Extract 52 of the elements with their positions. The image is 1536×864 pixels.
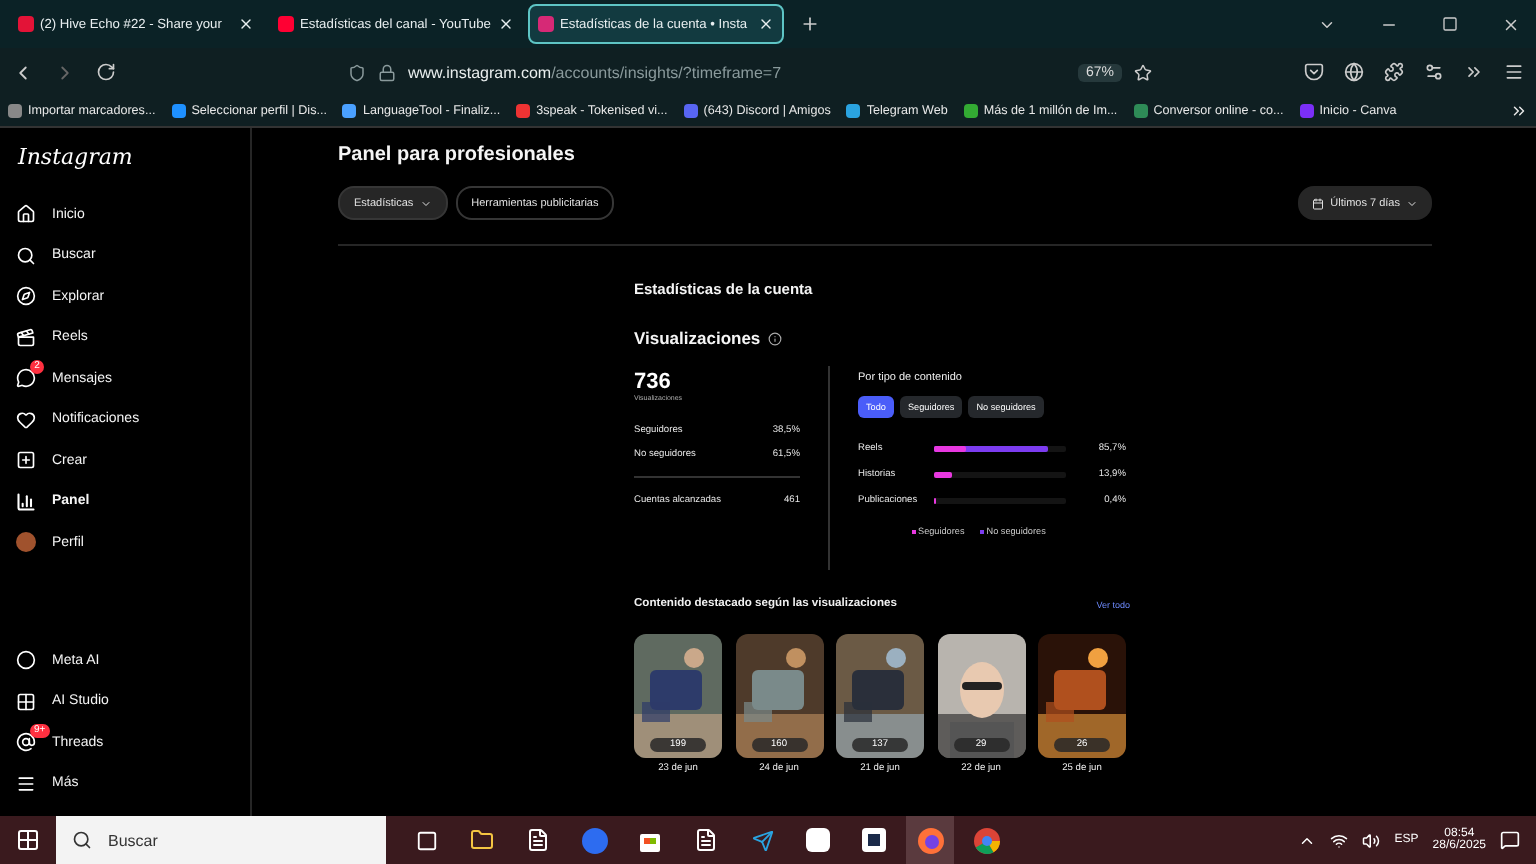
folder-icon[interactable]	[470, 828, 494, 852]
telegram-icon[interactable]	[751, 829, 773, 851]
menu-icon[interactable]	[1504, 62, 1524, 82]
app-icon[interactable]	[806, 828, 830, 852]
close-icon[interactable]	[1502, 15, 1520, 33]
windows-start-icon[interactable]	[16, 828, 40, 852]
store-icon[interactable]	[638, 828, 662, 852]
app-icon[interactable]	[862, 828, 886, 852]
shield-icon	[348, 63, 366, 81]
metric-title: Visualizaciones	[634, 328, 761, 348]
lock-icon	[378, 63, 396, 81]
restore-icon[interactable]	[1442, 16, 1458, 32]
firefox-icon[interactable]	[917, 827, 943, 853]
messenger-icon	[16, 368, 36, 389]
pocket-icon[interactable]	[1304, 62, 1324, 82]
volume-icon[interactable]	[1362, 831, 1381, 849]
url-text: www.instagram.com/accounts/insights/?timeframe=7	[408, 63, 782, 81]
reels-icon	[16, 327, 36, 348]
caret-icon	[1406, 197, 1418, 209]
bookmark-star-icon[interactable]	[1134, 63, 1152, 81]
instagram-logo[interactable]: Instagram	[16, 144, 234, 170]
plus-icon	[16, 450, 36, 471]
document-icon[interactable]	[526, 828, 550, 852]
avatar-icon	[16, 532, 36, 553]
reload-icon[interactable]	[96, 62, 116, 82]
document-icon[interactable]	[694, 828, 718, 852]
total-value: 736	[634, 370, 673, 394]
taskbar-search[interactable]: Buscar	[56, 816, 386, 864]
ring-icon	[16, 650, 36, 671]
threads-icon	[16, 732, 36, 753]
search-icon	[72, 830, 92, 850]
caret-icon	[419, 197, 432, 209]
chrome-icon[interactable]	[973, 827, 999, 853]
heart-icon	[16, 409, 36, 430]
task-view-icon[interactable]	[415, 829, 437, 851]
page-title: Panel para profesionales	[338, 144, 577, 166]
notifications-icon[interactable]	[1500, 830, 1520, 850]
compass-icon	[16, 286, 36, 307]
overflow-icon[interactable]	[1510, 102, 1528, 120]
studio-icon	[16, 691, 36, 712]
overflow-icon[interactable]	[1464, 62, 1484, 82]
new-tab-icon[interactable]	[800, 14, 820, 34]
menu-icon	[16, 773, 36, 794]
search-icon	[16, 245, 36, 266]
panel-icon	[16, 491, 36, 512]
extension-icon[interactable]	[1344, 62, 1364, 82]
puzzle-icon[interactable]	[1384, 62, 1404, 82]
calendar-icon	[1312, 197, 1325, 209]
network-icon[interactable]	[1330, 831, 1349, 849]
info-icon[interactable]	[768, 331, 783, 345]
home-icon	[16, 204, 36, 225]
extension-icon[interactable]	[1424, 62, 1444, 82]
